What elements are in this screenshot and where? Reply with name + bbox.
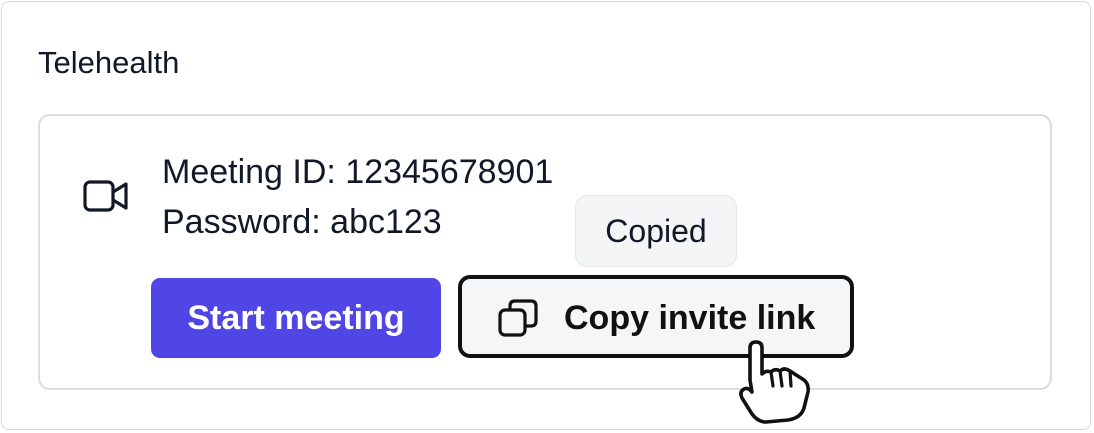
meeting-id: Meeting ID: 12345678901 — [162, 153, 554, 191]
start-meeting-button[interactable]: Start meeting — [151, 278, 441, 358]
section-title: Telehealth — [38, 45, 180, 80]
video-camera-icon — [83, 180, 128, 212]
copied-tooltip: Copied — [575, 195, 737, 267]
copy-invite-link-label: Copy invite link — [564, 299, 816, 337]
copy-icon — [498, 299, 538, 337]
hand-pointer-cursor-icon — [739, 340, 810, 424]
meeting-password: Password: abc123 — [162, 203, 442, 241]
